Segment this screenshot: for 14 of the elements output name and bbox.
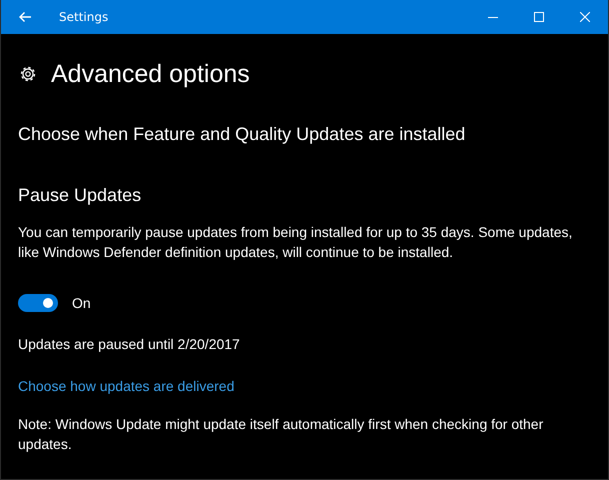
pause-toggle[interactable] [18,294,58,312]
close-icon [580,12,590,22]
pause-heading: Pause Updates [18,185,142,206]
page-title: Advanced options [51,60,250,88]
pause-description: You can temporarily pause updates from being installed for up to 35 days. Some updates, like Windows Defender definition updates, will continue to be installed. [18,223,574,262]
pause-status: Updates are paused until 2/20/2017 [18,336,241,352]
note-text: Note: Windows Update might update itself automatically first when checking for other updates. [18,415,544,454]
toggle-label: On [72,295,91,311]
window-title: Settings [59,10,110,24]
settings-icon [18,64,38,84]
section-heading: Choose when Feature and Quality Updates are installed [18,124,466,145]
back-arrow-icon [18,11,32,23]
delivery-link[interactable]: Choose how updates are delivered [18,378,234,394]
maximize-icon [534,12,544,22]
